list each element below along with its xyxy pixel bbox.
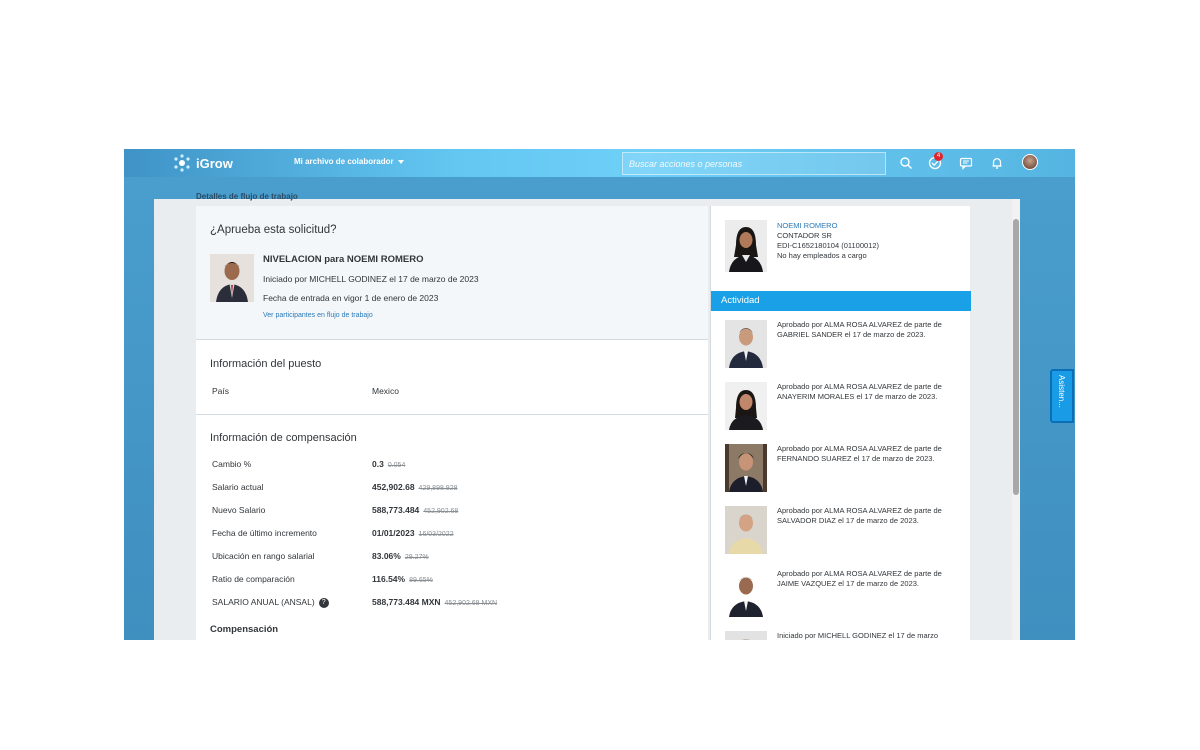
employee-photo: [725, 220, 767, 272]
user-avatar[interactable]: [1022, 154, 1038, 170]
comp-label-range-position: Ubicación en rango salarial: [212, 551, 315, 561]
comp-label-compa-ratio: Ratio de comparación: [212, 574, 295, 584]
scrollbar-thumb[interactable]: [1013, 219, 1019, 495]
activity-photo: [725, 569, 767, 617]
employee-position: CONTADOR SR: [777, 231, 832, 240]
comp-value-last-increase: 01/01/2023 16/03/2022: [372, 528, 454, 538]
comp-label-change: Cambio %: [212, 459, 252, 469]
app-logo[interactable]: iGrow: [172, 153, 233, 173]
comp-label-last-increase: Fecha de último incremento: [212, 528, 317, 538]
divider: [196, 414, 708, 415]
workflow-section-title: Detalles de flujo de trabajo: [196, 192, 298, 201]
comp-value-annual-salary: 588,773.484 MXN 452,902.68 MXN: [372, 597, 498, 607]
activity-photo: [725, 631, 767, 640]
comp-value-change: 0.3 0.054: [372, 459, 406, 469]
comp-value-compa-ratio: 116.54% 89.65%: [372, 574, 433, 584]
activity-header: Actividad: [711, 291, 971, 311]
activity-photo: [725, 382, 767, 430]
activity-photo: [725, 506, 767, 554]
search-icon[interactable]: [899, 156, 913, 170]
job-info-title: Información del puesto: [210, 358, 322, 370]
activity-item-text: Aprobado por ALMA ROSA ALVAREZ de parte …: [777, 382, 942, 401]
request-effective-date: Fecha de entrada en vigor 1 de enero de …: [263, 293, 439, 303]
assistant-tab[interactable]: Asisten...: [1050, 369, 1074, 423]
shell-bar: iGrow Mi archivo de colaborador 4: [124, 149, 1075, 177]
help-icon[interactable]: ?: [318, 597, 329, 608]
comp-value-new-salary: 588,773.484 452,902.68: [372, 505, 459, 515]
comp-value-current-salary: 452,902.68 429,898.928: [372, 482, 458, 492]
workflow-details-card: ¿Aprueba esta solicitud? NIVELACION para…: [196, 206, 708, 640]
request-title: NIVELACION para NOEMI ROMERO: [263, 254, 424, 265]
activity-item-text: Aprobado por ALMA ROSA ALVAREZ de parte …: [777, 506, 942, 525]
approval-header: ¿Aprueba esta solicitud? NIVELACION para…: [196, 206, 708, 340]
assistant-tab-label: Asisten...: [1057, 375, 1066, 408]
side-panel: NOEMI ROMERO CONTADOR SR EDI-C1652180104…: [710, 206, 971, 640]
job-row-label: País: [212, 386, 230, 396]
activity-item-text: Aprobado por ALMA ROSA ALVAREZ de parte …: [777, 444, 942, 463]
feedback-icon[interactable]: [959, 156, 973, 170]
employee-name-link[interactable]: NOEMI ROMERO: [777, 221, 837, 230]
employee-id: EDI-C1652180104 (01100012): [777, 241, 880, 250]
profile-menu-button[interactable]: Mi archivo de colaborador: [294, 157, 404, 166]
request-initiated: Iniciado por MICHELL GODINEZ el 17 de ma…: [263, 274, 479, 284]
job-row-value: Mexico: [372, 386, 399, 396]
view-participants-link[interactable]: Ver participantes en flujo de trabajo: [263, 312, 373, 319]
activity-photo: [725, 320, 767, 368]
app-viewport: iGrow Mi archivo de colaborador 4: [124, 149, 1075, 640]
app-name: iGrow: [196, 155, 233, 171]
activity-item-text: Aprobado por ALMA ROSA ALVAREZ de parte …: [777, 320, 942, 339]
profile-menu-label: Mi archivo de colaborador: [294, 157, 394, 166]
activity-photo: [725, 444, 767, 492]
comp-value-range-position: 83.06% 29.27%: [372, 551, 429, 561]
chevron-down-icon: [397, 159, 404, 164]
activity-item-text: Aprobado por ALMA ROSA ALVAREZ de parte …: [777, 569, 942, 588]
search-input[interactable]: [623, 153, 885, 174]
comp-label-new-salary: Nuevo Salario: [212, 505, 266, 515]
logo-icon: [174, 154, 190, 172]
comp-label-annual-salary: SALARIO ANUAL (ANSAL)?: [212, 597, 329, 608]
initiator-photo: [210, 254, 254, 302]
compensation-info-title: Información de compensación: [210, 432, 357, 444]
employee-reports: No hay empleados a cargo: [777, 251, 867, 260]
search-box[interactable]: [622, 152, 886, 175]
compensation-subsection-title: Compensación: [210, 624, 279, 635]
notification-badge: 4: [934, 152, 943, 161]
comp-label-current-salary: Salario actual: [212, 482, 264, 492]
activity-item-text: Iniciado por MICHELL GODINEZ el 17 de ma…: [777, 631, 939, 640]
approval-question: ¿Aprueba esta solicitud?: [210, 224, 337, 236]
bell-icon[interactable]: [990, 156, 1004, 170]
